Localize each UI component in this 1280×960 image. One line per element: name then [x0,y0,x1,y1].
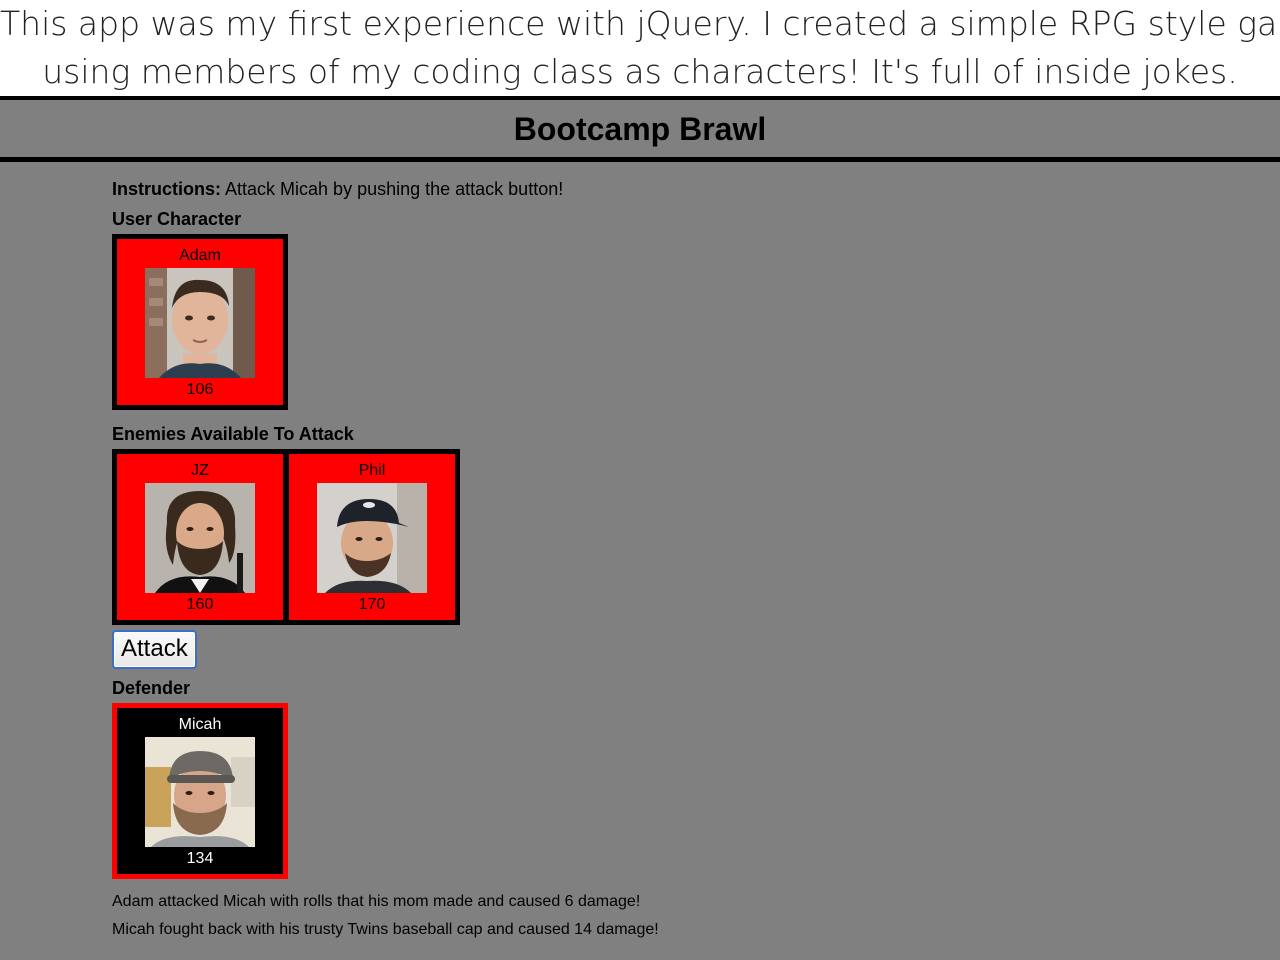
game-app: Bootcamp Brawl Instructions: Attack Mica… [0,96,1280,960]
phil-portrait-icon [317,483,427,593]
character-hp: 170 [358,596,386,613]
log-line-1: Adam attacked Micah with rolls that his … [112,893,641,910]
description-caption: This app was my first experience with jQ… [0,0,1280,96]
character-card-adam[interactable]: Adam 106 [117,239,283,405]
defender-area: Micah 134 [112,703,288,879]
enemies-label: Enemies Available To Attack [112,424,354,444]
adam-portrait-icon [145,268,255,378]
user-character-label: User Character [112,209,242,229]
caption-line-2: using members of my coding class as char… [42,52,1238,91]
character-name: Micah [178,716,222,733]
jz-portrait-icon [145,483,255,593]
attack-button[interactable]: Attack [112,630,197,669]
game-content: Instructions: Attack Micah by pushing th… [112,174,1212,944]
defender-card-micah[interactable]: Micah 134 [117,708,283,874]
instructions: Instructions: Attack Micah by pushing th… [112,174,1212,204]
instructions-label: Instructions: [112,179,222,199]
character-name: Adam [179,247,221,264]
enemies-area: JZ 160 Phil 170 [112,449,460,625]
enemy-card-jz[interactable]: JZ 160 [117,454,283,620]
defender-label: Defender [112,678,191,698]
character-hp: 106 [186,381,214,398]
micah-portrait-icon [145,737,255,847]
page-title: Bootcamp Brawl [513,111,767,147]
character-name: Phil [358,462,386,479]
enemy-card-phil[interactable]: Phil 170 [289,454,455,620]
character-name: JZ [191,462,209,479]
character-hp: 134 [186,850,214,867]
character-hp: 160 [186,596,214,613]
instructions-text: Attack Micah by pushing the attack butto… [221,179,564,199]
user-character-area: Adam 106 [112,234,288,410]
header: Bootcamp Brawl [0,96,1280,162]
log-line-2: Micah fought back with his trusty Twins … [112,921,659,938]
caption-line-1: This app was my first experience with jQ… [0,4,1280,43]
battle-log: Adam attacked Micah with rolls that his … [112,888,1212,944]
